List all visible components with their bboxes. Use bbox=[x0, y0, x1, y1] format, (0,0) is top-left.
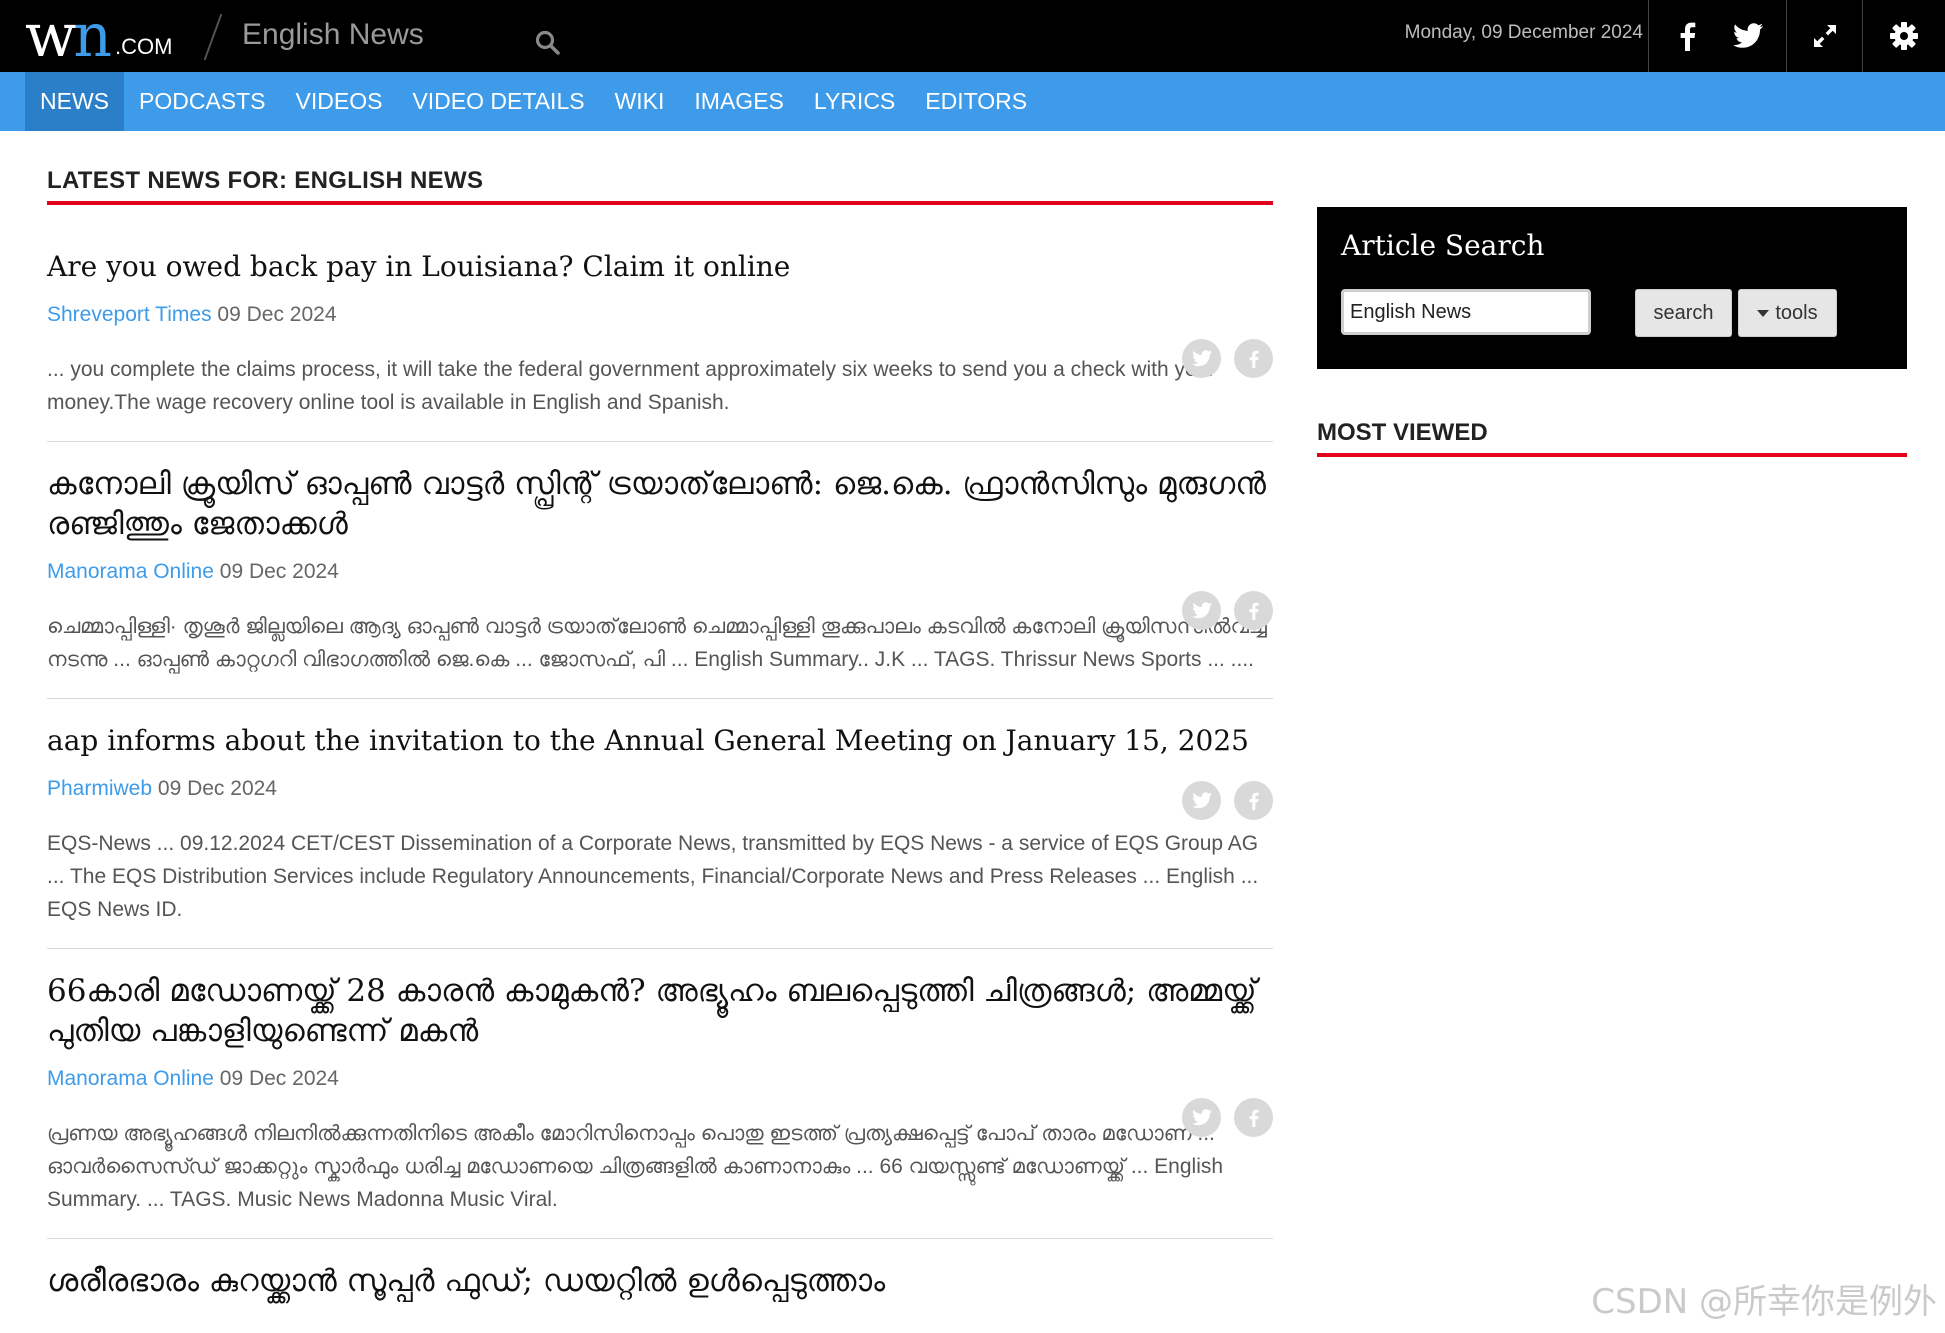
share-twitter-button[interactable] bbox=[1182, 781, 1221, 820]
article-title[interactable]: കനോലി ക്രൂയിസ് ഓപ്പൺ വാട്ടർ സ്പ്രിന്റ് ട… bbox=[47, 464, 1273, 544]
settings-button[interactable] bbox=[1862, 0, 1945, 72]
nav-item-wiki[interactable]: WIKI bbox=[600, 72, 680, 131]
twitter-icon bbox=[1191, 792, 1212, 809]
article-title[interactable]: 66കാരി മഡോണയ്ക്ക് 28 കാരൻ കാമുകൻ? അഭ്യൂഹ… bbox=[47, 971, 1273, 1051]
current-date: Monday, 09 December 2024 bbox=[1404, 22, 1643, 43]
sidebar: Article Search search tools MOST VIEWED bbox=[1317, 207, 1907, 457]
share-facebook-button[interactable] bbox=[1234, 591, 1273, 630]
search-icon[interactable] bbox=[535, 30, 561, 56]
twitter-icon bbox=[1191, 1109, 1212, 1126]
article-summary: പ്രണയ അഭ്യൂഹങ്ങൾ നിലനിൽക്കുന്നതിനിടെ അകീ… bbox=[47, 1122, 1224, 1211]
article-source[interactable]: Pharmiweb bbox=[47, 777, 152, 800]
article-date: 09 Dec 2024 bbox=[217, 303, 337, 326]
twitter-icon bbox=[1733, 23, 1763, 48]
nav-item-videos[interactable]: VIDEOS bbox=[281, 72, 398, 131]
logo-suffix: .COM bbox=[115, 34, 173, 59]
article-summary: ചെമ്മാപ്പിള്ളി· തൃശൂർ ജില്ലയിലെ ആദ്യ ഓപ്… bbox=[47, 615, 1269, 671]
article-item: ശരീരഭാരം കുറയ്ക്കാൻ സൂപ്പർ ഫുഡ്; ഡയറ്റിൽ… bbox=[47, 1261, 1273, 1323]
share-buttons bbox=[1182, 1098, 1273, 1137]
article-title[interactable]: ശരീരഭാരം കുറയ്ക്കാൻ സൂപ്പർ ഫുഡ്; ഡയറ്റിൽ… bbox=[47, 1261, 1273, 1301]
nav-item-editors[interactable]: EDITORS bbox=[910, 72, 1042, 131]
article-summary: EQS-News ... 09.12.2024 CET/CEST Dissemi… bbox=[47, 832, 1259, 921]
watermark: CSDN @所幸你是例外 bbox=[1591, 1282, 1937, 1322]
twitter-button[interactable] bbox=[1710, 0, 1786, 72]
article-item: കനോലി ക്രൂയിസ് ഓപ്പൺ വാട്ടർ സ്പ്രിന്റ് ട… bbox=[47, 464, 1273, 699]
nav-item-lyrics[interactable]: LYRICS bbox=[799, 72, 910, 131]
logo-divider bbox=[203, 14, 223, 60]
twitter-icon bbox=[1191, 602, 1212, 619]
section-title: LATEST NEWS FOR: ENGLISH NEWS bbox=[47, 167, 1273, 205]
article-title[interactable]: Are you owed back pay in Louisiana? Clai… bbox=[47, 247, 1273, 287]
search-input[interactable] bbox=[1341, 289, 1591, 335]
most-viewed-title: MOST VIEWED bbox=[1317, 419, 1907, 457]
article-item: 66കാരി മഡോണയ്ക്ക് 28 കാരൻ കാമുകൻ? അഭ്യൂഹ… bbox=[47, 971, 1273, 1239]
article-meta: Pharmiweb 09 Dec 2024 bbox=[47, 777, 1273, 801]
facebook-icon bbox=[1249, 792, 1259, 810]
share-buttons bbox=[1182, 591, 1273, 630]
nav-item-news[interactable]: NEWS bbox=[25, 72, 124, 131]
article-search-title: Article Search bbox=[1341, 229, 1545, 262]
article-date: 09 Dec 2024 bbox=[219, 560, 339, 583]
search-button[interactable]: search bbox=[1635, 289, 1732, 337]
share-facebook-button[interactable] bbox=[1234, 339, 1273, 378]
share-twitter-button[interactable] bbox=[1182, 591, 1221, 630]
article-source[interactable]: Shreveport Times bbox=[47, 303, 212, 326]
nav-item-podcasts[interactable]: PODCASTS bbox=[124, 72, 281, 131]
article-item: Are you owed back pay in Louisiana? Clai… bbox=[47, 247, 1273, 442]
facebook-icon bbox=[1249, 1109, 1259, 1127]
facebook-icon bbox=[1680, 22, 1695, 51]
article-title[interactable]: aap informs about the invitation to the … bbox=[47, 721, 1273, 761]
fullscreen-icon bbox=[1813, 25, 1836, 47]
news-list: LATEST NEWS FOR: ENGLISH NEWS Are you ow… bbox=[47, 131, 1273, 1323]
article-item: aap informs about the invitation to the … bbox=[47, 721, 1273, 949]
article-summary: ... you complete the claims process, it … bbox=[47, 358, 1216, 414]
share-twitter-button[interactable] bbox=[1182, 1098, 1221, 1137]
article-date: 09 Dec 2024 bbox=[157, 777, 277, 800]
article-meta: Shreveport Times 09 Dec 2024 bbox=[47, 303, 1273, 327]
share-buttons bbox=[1182, 781, 1273, 820]
nav-item-video-details[interactable]: VIDEO DETAILS bbox=[397, 72, 599, 131]
twitter-icon bbox=[1191, 350, 1212, 367]
article-meta: Manorama Online 09 Dec 2024 bbox=[47, 1067, 1273, 1091]
tools-button[interactable]: tools bbox=[1738, 289, 1837, 337]
share-facebook-button[interactable] bbox=[1234, 781, 1273, 820]
article-source[interactable]: Manorama Online bbox=[47, 560, 214, 583]
article-date: 09 Dec 2024 bbox=[219, 1067, 339, 1090]
nav-item-images[interactable]: IMAGES bbox=[679, 72, 798, 131]
gear-icon bbox=[1890, 22, 1918, 50]
facebook-icon bbox=[1249, 350, 1259, 368]
site-title[interactable]: English News bbox=[242, 18, 424, 52]
article-source[interactable]: Manorama Online bbox=[47, 1067, 214, 1090]
tools-button-label: tools bbox=[1775, 301, 1818, 324]
article-meta: Manorama Online 09 Dec 2024 bbox=[47, 560, 1273, 584]
facebook-icon bbox=[1249, 602, 1259, 620]
share-buttons bbox=[1182, 339, 1273, 378]
fullscreen-button[interactable] bbox=[1786, 0, 1862, 72]
article-search-box: Article Search search tools bbox=[1317, 207, 1907, 369]
share-facebook-button[interactable] bbox=[1234, 1098, 1273, 1137]
site-logo[interactable]: wn .COM bbox=[25, 6, 172, 66]
caret-down-icon bbox=[1757, 309, 1770, 317]
top-bar: wn .COM English News Monday, 09 December… bbox=[0, 0, 1945, 72]
share-twitter-button[interactable] bbox=[1182, 339, 1221, 378]
logo-wordmark: wn bbox=[25, 1, 112, 71]
main-nav: NEWS PODCASTS VIDEOS VIDEO DETAILS WIKI … bbox=[0, 72, 1945, 131]
